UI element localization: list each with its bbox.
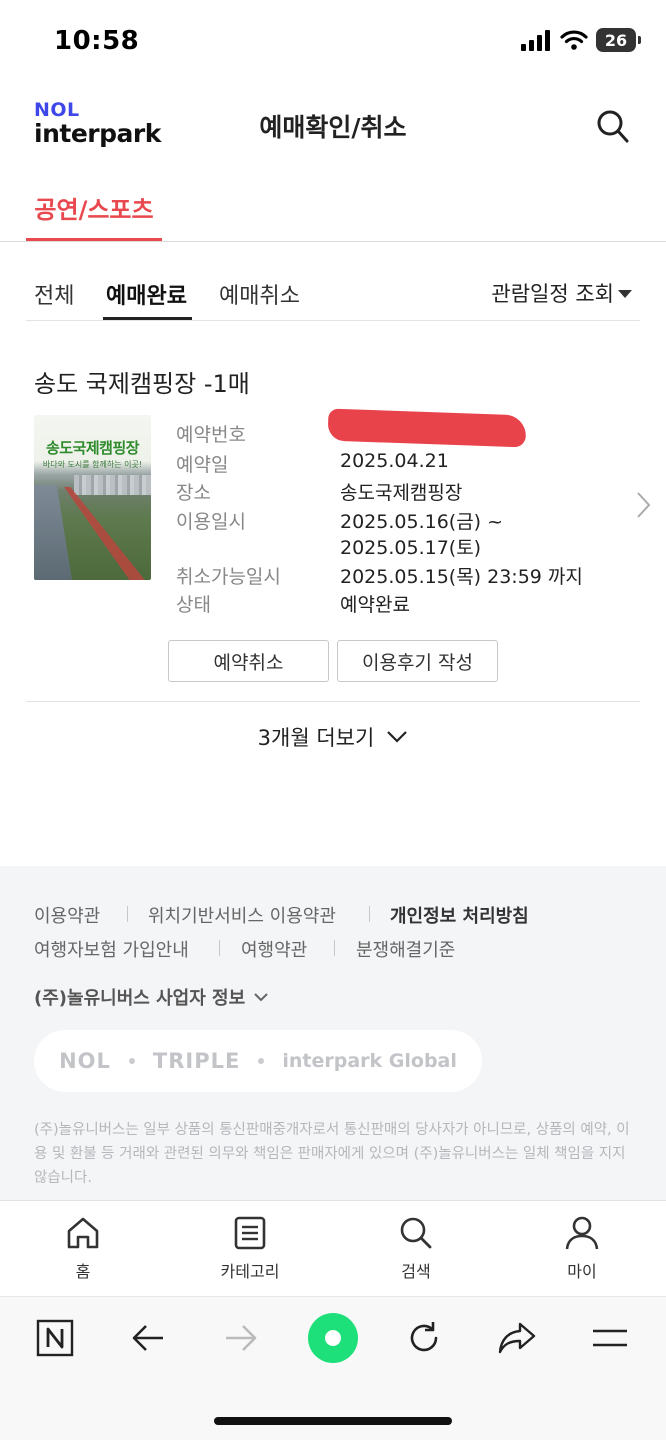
forward-arrow-icon[interactable] <box>219 1316 263 1360</box>
category-icon <box>234 1216 266 1250</box>
footer-link-dispute[interactable]: 분쟁해결기준 <box>356 936 455 962</box>
footer-link-terms[interactable]: 이용약관 <box>34 902 100 928</box>
footer-link-travel-insurance[interactable]: 여행자보험 가입안내 <box>34 936 189 962</box>
subtab-cancelled[interactable]: 예매취소 <box>219 278 300 310</box>
search-icon <box>400 1217 432 1249</box>
poster-water-image <box>34 485 72 580</box>
more-3-months-button[interactable]: 3개월 더보기 <box>0 722 666 752</box>
nav-category[interactable]: 카테고리 <box>190 1214 310 1282</box>
tab-performance-sports[interactable]: 공연/스포츠 <box>26 190 162 225</box>
family-site-triple[interactable]: TRIPLE <box>153 1049 240 1073</box>
value-booking-date: 2025.04.21 <box>340 450 449 472</box>
value-status: 예약완료 <box>340 594 410 616</box>
caret-down-icon <box>618 290 632 298</box>
poster-city-image <box>74 475 151 495</box>
back-arrow-icon[interactable] <box>126 1316 170 1360</box>
label-status: 상태 <box>176 594 211 616</box>
search-icon[interactable] <box>596 108 630 146</box>
chevron-down-icon <box>254 993 268 1002</box>
menu-icon[interactable] <box>588 1316 632 1360</box>
value-use-date-start: 2025.05.16(금) ~ <box>340 511 504 533</box>
share-icon[interactable] <box>495 1316 539 1360</box>
label-booking-date: 예약일 <box>176 454 229 476</box>
wifi-icon <box>560 30 588 50</box>
booking-title[interactable]: 송도 국제캠핑장 -1매 <box>34 364 250 399</box>
cancel-booking-button[interactable]: 예약취소 <box>168 640 329 682</box>
signal-icon <box>521 30 550 51</box>
footer-disclaimer: (주)놀유니버스는 일부 상품의 통신판매중개자로서 통신판매의 당사자가 아니… <box>34 1122 630 1186</box>
subtab-all[interactable]: 전체 <box>34 278 74 310</box>
status-icons: 26 <box>520 28 641 52</box>
date-filter-dropdown[interactable]: 관람일정 조회 <box>491 278 632 308</box>
chevron-right-icon[interactable] <box>634 490 652 520</box>
divider <box>0 1200 666 1201</box>
nav-my-label: 마이 <box>567 1262 597 1281</box>
product-poster[interactable]: 송도국제캠핑장 바다와 도시를 함께하는 이곳! <box>34 415 151 580</box>
value-cancel-deadline: 2025.05.15(목) 23:59 까지 <box>340 566 583 588</box>
footer-separator <box>127 906 128 922</box>
nav-home-label: 홈 <box>75 1262 91 1281</box>
nav-my[interactable]: 마이 <box>522 1214 642 1282</box>
green-dot-icon[interactable] <box>308 1313 358 1363</box>
business-info-toggle[interactable]: (주)놀유니버스 사업자 정보 <box>34 984 269 1010</box>
footer-link-privacy[interactable]: 개인정보 처리방침 <box>390 902 529 928</box>
footer-link-location-terms[interactable]: 위치기반서비스 이용약관 <box>148 902 336 928</box>
footer-separator <box>334 940 335 956</box>
subtab-completed[interactable]: 예매완료 <box>106 278 187 310</box>
value-venue: 송도국제캠핑장 <box>340 482 463 504</box>
nav-search-label: 검색 <box>401 1262 431 1281</box>
divider <box>0 241 666 242</box>
reload-icon[interactable] <box>402 1316 446 1360</box>
page-title: 예매확인/취소 <box>259 113 407 142</box>
nav-search[interactable]: 검색 <box>356 1214 476 1282</box>
divider <box>26 320 640 321</box>
write-review-button[interactable]: 이용후기 작성 <box>337 640 498 682</box>
footer-link-travel-terms[interactable]: 여행약관 <box>241 936 307 962</box>
label-use-date: 이용일시 <box>176 511 246 533</box>
value-use-date-end: 2025.05.17(토) <box>340 537 482 559</box>
business-info-label: (주)놀유니버스 사업자 정보 <box>34 988 246 1009</box>
redacted-booking-number <box>327 408 527 448</box>
chevron-down-icon <box>387 731 408 743</box>
family-sites: NOL TRIPLE interpark Global <box>34 1030 482 1092</box>
label-venue: 장소 <box>176 482 211 504</box>
footer-separator <box>219 940 220 956</box>
family-site-nol[interactable]: NOL <box>59 1049 111 1073</box>
label-cancel-deadline: 취소가능일시 <box>176 566 281 588</box>
naver-n-icon[interactable] <box>33 1316 77 1360</box>
family-site-interpark-global[interactable]: interpark Global <box>282 1050 457 1072</box>
battery-icon: 26 <box>596 28 641 52</box>
nav-home[interactable]: 홈 <box>23 1214 143 1282</box>
divider <box>26 701 640 702</box>
more-label: 3개월 더보기 <box>257 726 375 750</box>
person-icon <box>565 1216 599 1250</box>
home-icon <box>67 1217 99 1249</box>
poster-road-image <box>64 487 144 580</box>
poster-subtitle: 바다와 도시를 함께하는 이곳! <box>42 460 143 469</box>
date-filter-label: 관람일정 조회 <box>491 282 614 306</box>
status-time: 10:58 <box>54 26 140 56</box>
nav-category-label: 카테고리 <box>220 1262 280 1281</box>
home-indicator <box>214 1417 452 1425</box>
footer-separator <box>369 906 370 922</box>
label-booking-number: 예약번호 <box>176 424 246 446</box>
separator-dot <box>258 1058 265 1064</box>
separator-dot <box>128 1058 135 1064</box>
poster-title: 송도국제캠핑장 <box>45 439 140 457</box>
